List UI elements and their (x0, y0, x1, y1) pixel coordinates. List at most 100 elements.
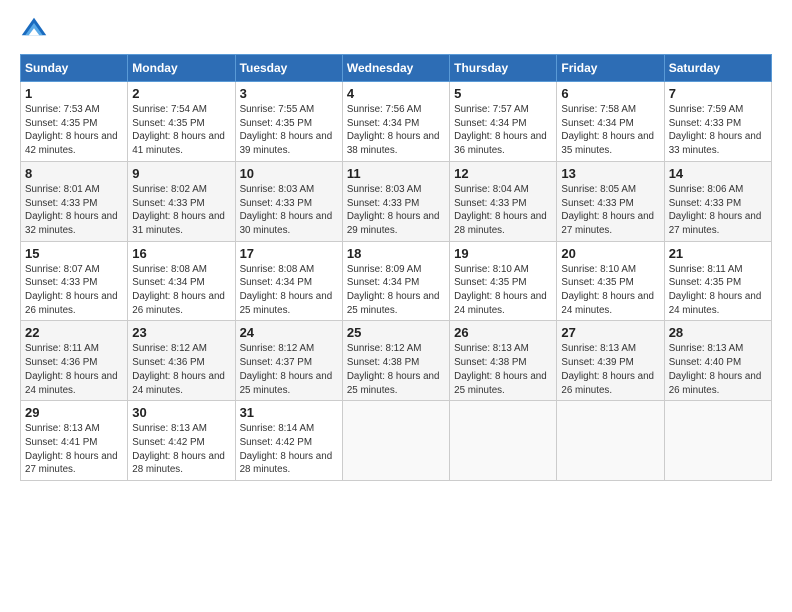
calendar-cell: 25 Sunrise: 8:12 AMSunset: 4:38 PMDayligh… (342, 321, 449, 401)
calendar-cell: 31 Sunrise: 8:14 AMSunset: 4:42 PMDayligh… (235, 401, 342, 481)
calendar-week-row: 8 Sunrise: 8:01 AMSunset: 4:33 PMDaylight… (21, 161, 772, 241)
calendar-cell: 22 Sunrise: 8:11 AMSunset: 4:36 PMDayligh… (21, 321, 128, 401)
calendar-cell (450, 401, 557, 481)
day-number: 18 (347, 246, 445, 261)
calendar-cell: 18 Sunrise: 8:09 AMSunset: 4:34 PMDayligh… (342, 241, 449, 321)
calendar-cell (342, 401, 449, 481)
day-info: Sunrise: 8:11 AMSunset: 4:36 PMDaylight:… (25, 342, 123, 397)
day-number: 7 (669, 86, 767, 101)
day-number: 12 (454, 166, 552, 181)
calendar-table: SundayMondayTuesdayWednesdayThursdayFrid… (20, 54, 772, 481)
calendar-cell: 4 Sunrise: 7:56 AMSunset: 4:34 PMDaylight… (342, 82, 449, 162)
calendar-cell: 1 Sunrise: 7:53 AMSunset: 4:35 PMDaylight… (21, 82, 128, 162)
day-number: 29 (25, 405, 123, 420)
day-info: Sunrise: 8:10 AMSunset: 4:35 PMDaylight:… (561, 263, 659, 318)
calendar-cell: 8 Sunrise: 8:01 AMSunset: 4:33 PMDaylight… (21, 161, 128, 241)
calendar-cell: 13 Sunrise: 8:05 AMSunset: 4:33 PMDayligh… (557, 161, 664, 241)
day-info: Sunrise: 8:03 AMSunset: 4:33 PMDaylight:… (347, 183, 445, 238)
day-number: 5 (454, 86, 552, 101)
day-info: Sunrise: 7:58 AMSunset: 4:34 PMDaylight:… (561, 103, 659, 158)
calendar-cell: 24 Sunrise: 8:12 AMSunset: 4:37 PMDayligh… (235, 321, 342, 401)
day-info: Sunrise: 7:59 AMSunset: 4:33 PMDaylight:… (669, 103, 767, 158)
calendar-cell (664, 401, 771, 481)
day-number: 23 (132, 325, 230, 340)
day-number: 11 (347, 166, 445, 181)
calendar-cell: 27 Sunrise: 8:13 AMSunset: 4:39 PMDayligh… (557, 321, 664, 401)
calendar-cell: 30 Sunrise: 8:13 AMSunset: 4:42 PMDayligh… (128, 401, 235, 481)
calendar-week-row: 29 Sunrise: 8:13 AMSunset: 4:41 PMDayligh… (21, 401, 772, 481)
logo (20, 16, 50, 44)
day-number: 16 (132, 246, 230, 261)
day-of-week-header: Thursday (450, 55, 557, 82)
day-number: 2 (132, 86, 230, 101)
day-number: 31 (240, 405, 338, 420)
day-info: Sunrise: 8:13 AMSunset: 4:40 PMDaylight:… (669, 342, 767, 397)
day-info: Sunrise: 7:54 AMSunset: 4:35 PMDaylight:… (132, 103, 230, 158)
day-number: 22 (25, 325, 123, 340)
day-info: Sunrise: 8:14 AMSunset: 4:42 PMDaylight:… (240, 422, 338, 477)
day-info: Sunrise: 8:03 AMSunset: 4:33 PMDaylight:… (240, 183, 338, 238)
day-info: Sunrise: 8:13 AMSunset: 4:42 PMDaylight:… (132, 422, 230, 477)
day-info: Sunrise: 8:05 AMSunset: 4:33 PMDaylight:… (561, 183, 659, 238)
calendar-cell: 29 Sunrise: 8:13 AMSunset: 4:41 PMDayligh… (21, 401, 128, 481)
day-info: Sunrise: 8:08 AMSunset: 4:34 PMDaylight:… (132, 263, 230, 318)
day-info: Sunrise: 8:12 AMSunset: 4:38 PMDaylight:… (347, 342, 445, 397)
day-info: Sunrise: 7:56 AMSunset: 4:34 PMDaylight:… (347, 103, 445, 158)
day-info: Sunrise: 8:01 AMSunset: 4:33 PMDaylight:… (25, 183, 123, 238)
day-number: 21 (669, 246, 767, 261)
day-info: Sunrise: 8:08 AMSunset: 4:34 PMDaylight:… (240, 263, 338, 318)
day-info: Sunrise: 8:11 AMSunset: 4:35 PMDaylight:… (669, 263, 767, 318)
day-number: 4 (347, 86, 445, 101)
day-of-week-header: Wednesday (342, 55, 449, 82)
day-number: 1 (25, 86, 123, 101)
calendar-header: SundayMondayTuesdayWednesdayThursdayFrid… (21, 55, 772, 82)
calendar-body: 1 Sunrise: 7:53 AMSunset: 4:35 PMDaylight… (21, 82, 772, 481)
day-info: Sunrise: 8:09 AMSunset: 4:34 PMDaylight:… (347, 263, 445, 318)
calendar-cell: 19Sunrise: 8:10 AMSunset: 4:35 PMDayligh… (450, 241, 557, 321)
day-of-week-header: Monday (128, 55, 235, 82)
calendar-cell: 14Sunrise: 8:06 AMSunset: 4:33 PMDayligh… (664, 161, 771, 241)
calendar-week-row: 15 Sunrise: 8:07 AMSunset: 4:33 PMDayligh… (21, 241, 772, 321)
calendar-cell: 9 Sunrise: 8:02 AMSunset: 4:33 PMDaylight… (128, 161, 235, 241)
calendar-cell: 5Sunrise: 7:57 AMSunset: 4:34 PMDaylight… (450, 82, 557, 162)
day-number: 25 (347, 325, 445, 340)
day-number: 24 (240, 325, 338, 340)
day-info: Sunrise: 8:12 AMSunset: 4:37 PMDaylight:… (240, 342, 338, 397)
calendar-cell (557, 401, 664, 481)
calendar-cell: 11 Sunrise: 8:03 AMSunset: 4:33 PMDayligh… (342, 161, 449, 241)
day-number: 3 (240, 86, 338, 101)
day-number: 6 (561, 86, 659, 101)
calendar-week-row: 1 Sunrise: 7:53 AMSunset: 4:35 PMDaylight… (21, 82, 772, 162)
day-number: 15 (25, 246, 123, 261)
day-info: Sunrise: 8:13 AMSunset: 4:41 PMDaylight:… (25, 422, 123, 477)
logo-icon (20, 16, 48, 44)
calendar-cell: 2 Sunrise: 7:54 AMSunset: 4:35 PMDaylight… (128, 82, 235, 162)
day-number: 19 (454, 246, 552, 261)
day-info: Sunrise: 8:13 AMSunset: 4:39 PMDaylight:… (561, 342, 659, 397)
day-info: Sunrise: 8:02 AMSunset: 4:33 PMDaylight:… (132, 183, 230, 238)
day-number: 17 (240, 246, 338, 261)
day-number: 10 (240, 166, 338, 181)
calendar-cell: 20Sunrise: 8:10 AMSunset: 4:35 PMDayligh… (557, 241, 664, 321)
day-number: 27 (561, 325, 659, 340)
day-info: Sunrise: 8:07 AMSunset: 4:33 PMDaylight:… (25, 263, 123, 318)
calendar-cell: 21 Sunrise: 8:11 AMSunset: 4:35 PMDayligh… (664, 241, 771, 321)
calendar-cell: 7 Sunrise: 7:59 AMSunset: 4:33 PMDaylight… (664, 82, 771, 162)
calendar-cell: 17 Sunrise: 8:08 AMSunset: 4:34 PMDayligh… (235, 241, 342, 321)
day-info: Sunrise: 8:13 AMSunset: 4:38 PMDaylight:… (454, 342, 552, 397)
day-of-week-header: Friday (557, 55, 664, 82)
day-number: 13 (561, 166, 659, 181)
header (20, 16, 772, 44)
day-info: Sunrise: 7:53 AMSunset: 4:35 PMDaylight:… (25, 103, 123, 158)
day-number: 28 (669, 325, 767, 340)
day-of-week-header: Saturday (664, 55, 771, 82)
day-number: 26 (454, 325, 552, 340)
day-number: 30 (132, 405, 230, 420)
day-info: Sunrise: 7:55 AMSunset: 4:35 PMDaylight:… (240, 103, 338, 158)
day-number: 8 (25, 166, 123, 181)
day-number: 9 (132, 166, 230, 181)
calendar-week-row: 22 Sunrise: 8:11 AMSunset: 4:36 PMDayligh… (21, 321, 772, 401)
calendar-cell: 10 Sunrise: 8:03 AMSunset: 4:33 PMDayligh… (235, 161, 342, 241)
calendar-cell: 6 Sunrise: 7:58 AMSunset: 4:34 PMDaylight… (557, 82, 664, 162)
calendar-cell: 26 Sunrise: 8:13 AMSunset: 4:38 PMDayligh… (450, 321, 557, 401)
